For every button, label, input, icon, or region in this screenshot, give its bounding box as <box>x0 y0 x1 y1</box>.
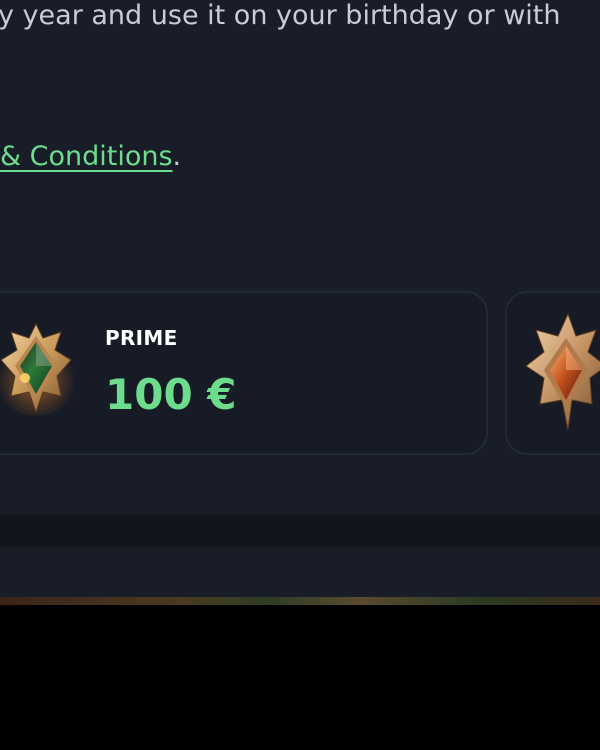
banner-image-edge <box>0 597 600 605</box>
tier-name: PRIME <box>105 326 178 350</box>
footer-strip <box>0 547 600 597</box>
terms-conditions-link[interactable]: & Conditions <box>0 141 173 172</box>
terms-line: & Conditions. <box>0 137 181 177</box>
page: y year and use it on your birthday or wi… <box>0 0 600 750</box>
tier-amount: 100 € <box>105 370 237 419</box>
section-divider <box>0 515 600 547</box>
empty-area <box>0 605 600 750</box>
intro-text: y year and use it on your birthday or wi… <box>0 0 561 31</box>
terms-suffix: . <box>172 141 182 172</box>
green-gem-crown-badge-icon <box>0 322 76 416</box>
rewards-section: y year and use it on your birthday or wi… <box>0 0 600 515</box>
orange-gem-crown-badge-icon <box>525 312 600 431</box>
